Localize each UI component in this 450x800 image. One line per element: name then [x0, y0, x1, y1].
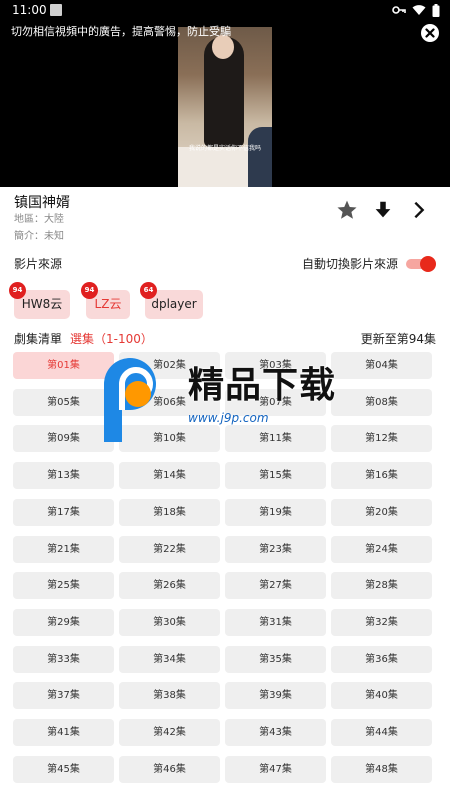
- watermark-logo: [98, 358, 176, 442]
- episode-button[interactable]: 第15集: [225, 462, 326, 489]
- episode-button[interactable]: 第39集: [225, 682, 326, 709]
- status-time: 11:00: [12, 3, 47, 17]
- episode-button[interactable]: 第42集: [119, 719, 220, 746]
- video-player[interactable]: 我说的都是实话你不信我吗 切勿相信視頻中的廣告，提高警惕，防止受騙: [0, 20, 450, 187]
- video-frame: 我说的都是实话你不信我吗: [178, 27, 272, 187]
- source-count-badge: 64: [140, 282, 157, 299]
- download-arrow-icon[interactable]: [372, 199, 394, 221]
- source-chip-label: HW8云: [21, 297, 63, 311]
- key-icon: [392, 6, 406, 14]
- show-intro: 簡介：未知: [14, 231, 64, 242]
- auto-switch-label: 自動切換影片來源: [301, 257, 398, 271]
- episode-button[interactable]: 第18集: [119, 499, 220, 526]
- auto-switch-toggle[interactable]: [406, 256, 436, 272]
- source-chip-label: LZ云: [94, 297, 122, 311]
- watermark-url: www.j9p.com: [188, 411, 269, 425]
- episode-range-selector[interactable]: 選集（1-100）: [70, 331, 153, 347]
- source-chip-label: dplayer: [151, 297, 197, 311]
- show-region: 地區：大陸: [14, 214, 64, 225]
- source-chip-dplayer[interactable]: 64 dplayer: [140, 282, 203, 319]
- episode-button[interactable]: 第44集: [331, 719, 432, 746]
- close-icon[interactable]: [421, 24, 439, 42]
- episode-button[interactable]: 第29集: [13, 609, 114, 636]
- episode-button[interactable]: 第32集: [331, 609, 432, 636]
- episode-button[interactable]: 第27集: [225, 572, 326, 599]
- video-subtitle: 我说的都是实话你不信我吗: [188, 145, 261, 152]
- episode-button[interactable]: 第19集: [225, 499, 326, 526]
- chevron-right-icon[interactable]: [408, 199, 430, 221]
- episode-list-label: 劇集清單: [14, 332, 63, 346]
- episode-button[interactable]: 第04集: [331, 352, 432, 379]
- episode-button[interactable]: 第43集: [225, 719, 326, 746]
- action-icons: [336, 199, 430, 221]
- episode-button[interactable]: 第11集: [225, 425, 326, 452]
- episode-button[interactable]: 第48集: [331, 756, 432, 783]
- episode-button[interactable]: 第30集: [119, 609, 220, 636]
- source-count-badge: 94: [81, 282, 98, 299]
- episode-button[interactable]: 第38集: [119, 682, 220, 709]
- episode-button[interactable]: 第17集: [13, 499, 114, 526]
- episode-button[interactable]: 第41集: [13, 719, 114, 746]
- episode-button[interactable]: 第26集: [119, 572, 220, 599]
- episode-button[interactable]: 第12集: [331, 425, 432, 452]
- episode-button[interactable]: 第40集: [331, 682, 432, 709]
- episode-button[interactable]: 第33集: [13, 646, 114, 673]
- episode-button[interactable]: 第37集: [13, 682, 114, 709]
- star-icon[interactable]: [336, 199, 358, 221]
- episode-button[interactable]: 第25集: [13, 572, 114, 599]
- episode-button[interactable]: 第24集: [331, 536, 432, 563]
- episode-button[interactable]: 第28集: [331, 572, 432, 599]
- episode-button[interactable]: 第31集: [225, 609, 326, 636]
- episode-button[interactable]: 第45集: [13, 756, 114, 783]
- episode-button[interactable]: 第23集: [225, 536, 326, 563]
- source-chip-hw8[interactable]: 94 HW8云: [9, 282, 70, 319]
- status-bar: 11:00: [0, 0, 450, 20]
- episode-button[interactable]: 第16集: [331, 462, 432, 489]
- episode-button[interactable]: 第22集: [119, 536, 220, 563]
- show-title: 镇国神婿: [14, 195, 70, 211]
- episode-button[interactable]: 第08集: [331, 389, 432, 416]
- episode-button[interactable]: 第35集: [225, 646, 326, 673]
- episode-button[interactable]: 第20集: [331, 499, 432, 526]
- episode-button[interactable]: 第13集: [13, 462, 114, 489]
- wifi-icon: [412, 5, 426, 15]
- source-count-badge: 94: [9, 282, 26, 299]
- source-section-label: 影片來源: [14, 257, 63, 271]
- update-status: 更新至第94集: [360, 332, 436, 346]
- battery-icon: [432, 3, 440, 17]
- episode-button[interactable]: 第36集: [331, 646, 432, 673]
- episode-button[interactable]: 第21集: [13, 536, 114, 563]
- episode-button[interactable]: 第34集: [119, 646, 220, 673]
- episode-button[interactable]: 第47集: [225, 756, 326, 783]
- episode-button[interactable]: 第46集: [119, 756, 220, 783]
- notification-icon: [50, 4, 62, 16]
- ad-warning-text: 切勿相信視頻中的廣告，提高警惕，防止受騙: [11, 25, 231, 38]
- watermark-text: 精品下载: [188, 365, 337, 406]
- status-icons: [392, 3, 440, 17]
- source-chip-lz[interactable]: 94 LZ云: [81, 282, 130, 319]
- episode-button[interactable]: 第14集: [119, 462, 220, 489]
